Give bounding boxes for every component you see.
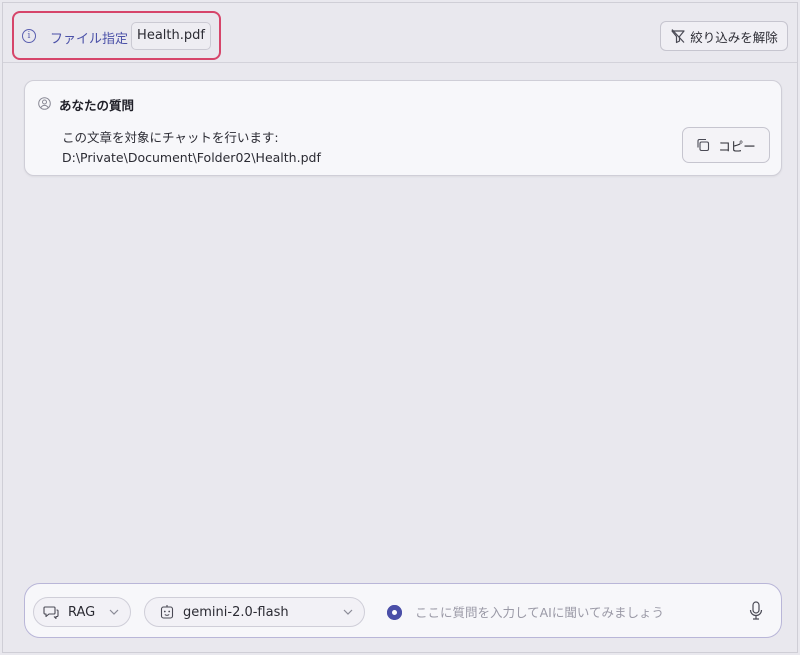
clear-filter-label: 絞り込みを解除 [690, 29, 778, 45]
model-label: gemini-2.0-flash [183, 604, 289, 620]
chevron-down-icon [343, 609, 353, 615]
chevron-down-icon [109, 609, 119, 615]
question-path: D:\Private\Document\Folder02\Health.pdf [62, 150, 321, 165]
robot-icon [160, 605, 174, 619]
question-title: あなたの質問 [59, 98, 135, 113]
question-line: この文章を対象にチャットを行います: [62, 130, 279, 145]
mode-label: RAG [68, 604, 96, 620]
clear-filter-button[interactable]: 絞り込みを解除 [660, 21, 788, 51]
question-card: あなたの質問 この文章を対象にチャットを行います: D:\Private\Doc… [24, 80, 782, 176]
app-window: i ファイル指定 Health.pdf 絞り込みを解除 あなたの質問 この文章を… [2, 2, 798, 653]
copy-label: コピー [718, 138, 756, 154]
mode-select[interactable]: RAG [33, 597, 131, 627]
prompt-input[interactable] [415, 598, 735, 626]
question-text: この文章を対象にチャットを行います: D:\Private\Document\F… [62, 128, 321, 168]
user-icon [38, 97, 51, 110]
file-chip[interactable]: Health.pdf [131, 22, 211, 50]
file-label: ファイル指定 [50, 32, 129, 47]
mic-icon[interactable] [748, 601, 764, 621]
info-icon: i [22, 29, 36, 43]
filter-off-icon [671, 29, 685, 44]
filter-header: i ファイル指定 Health.pdf 絞り込みを解除 [3, 3, 797, 63]
copy-button[interactable]: コピー [682, 127, 770, 163]
status-dot [387, 605, 402, 620]
copy-icon [697, 138, 710, 152]
chat-input-bar: RAG gemini-2.0-flash [24, 583, 782, 638]
chat-icon [43, 606, 59, 620]
model-select[interactable]: gemini-2.0-flash [144, 597, 365, 627]
